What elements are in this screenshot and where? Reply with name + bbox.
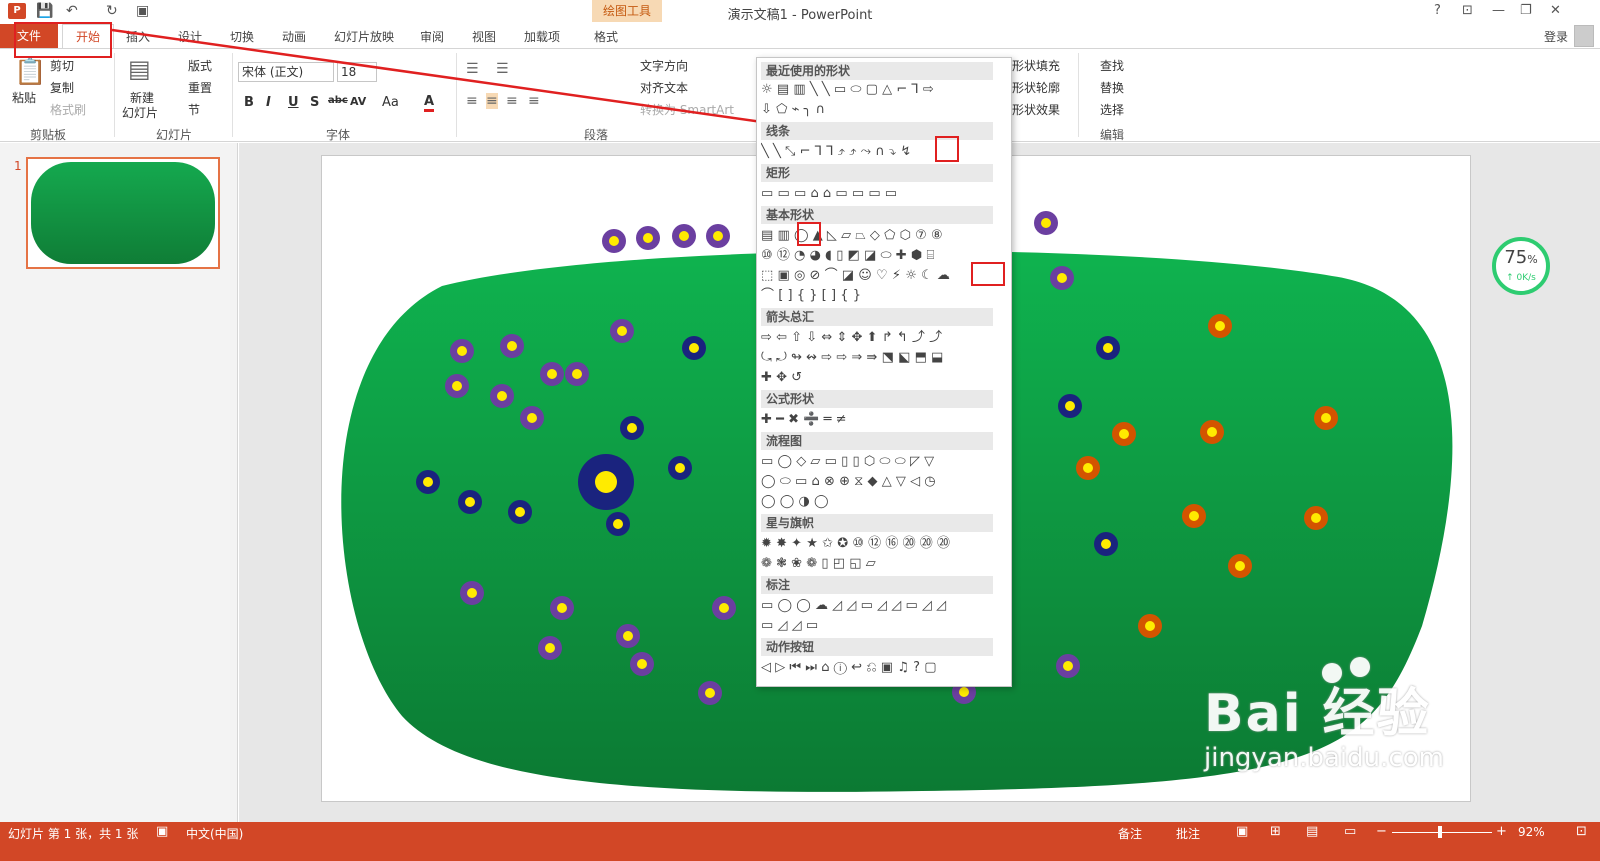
arrow-shapes-row[interactable]: ⇨⇦⇧⇩⇔⇕✥⬆↱↰⤴⤴ bbox=[761, 328, 997, 347]
slide-sorter-icon[interactable]: ⊞ bbox=[1270, 824, 1281, 839]
flowchart-shapes-row[interactable]: ◯⬭▭⌂⊗⊕⧖◆△▽◁◷ bbox=[761, 472, 997, 491]
section-flowchart: 流程图 bbox=[761, 432, 993, 450]
star-shapes-row[interactable]: ❁❃❀❁▯◰◱▱ bbox=[761, 554, 997, 573]
section-stars: 星与旗帜 bbox=[761, 514, 993, 532]
callout-shapes-row[interactable]: ▭◯◯☁◿◿▭◿◿▭◿◿ bbox=[761, 596, 997, 615]
language-indicator[interactable]: 中文(中国) bbox=[186, 825, 243, 842]
notes-button[interactable]: 备注 bbox=[1118, 825, 1142, 842]
slide-info: 幻灯片 第 1 张，共 1 张 bbox=[8, 827, 139, 841]
zoom-level[interactable]: 92% bbox=[1518, 825, 1545, 839]
star-shapes-row[interactable]: ✹✸✦★✩✪⑩⑫⑯⑳⑳⑳ bbox=[761, 534, 997, 553]
spellcheck-icon[interactable]: ▣ bbox=[156, 824, 168, 839]
slideshow-view-icon[interactable]: ▭ bbox=[1344, 824, 1356, 839]
recent-shapes-row[interactable]: ☼▤▥╲╲▭⬭▢△⌐⅂⇨ bbox=[761, 80, 997, 99]
recent-shapes-row[interactable]: ⇩⬠⌁╮∩ bbox=[761, 100, 997, 119]
shapes-gallery[interactable]: 最近使用的形状 ☼▤▥╲╲▭⬭▢△⌐⅂⇨ ⇩⬠⌁╮∩ 线条 ╲╲⤡⌐⅂⅂⤴⤴⤳∩… bbox=[756, 57, 1012, 687]
action-shapes-row[interactable]: ◁▷⏮⏭⌂ⓘ↩⎌▣♫?▢ bbox=[761, 658, 997, 677]
curve-shape-highlight bbox=[935, 136, 959, 162]
section-arrows: 箭头总汇 bbox=[761, 308, 993, 326]
status-bar: 幻灯片 第 1 张，共 1 张 ▣ 中文(中国) 备注 批注 ▣ ⊞ ▤ ▭ −… bbox=[0, 822, 1600, 861]
normal-view-icon[interactable]: ▣ bbox=[1236, 824, 1248, 839]
comments-button[interactable]: 批注 bbox=[1176, 825, 1200, 842]
flowchart-shapes-row[interactable]: ◯◯◑◯ bbox=[761, 492, 997, 511]
section-basic: 基本形状 bbox=[761, 206, 993, 224]
section-callouts: 标注 bbox=[761, 576, 993, 594]
section-rectangles: 矩形 bbox=[761, 164, 993, 182]
section-equation: 公式形状 bbox=[761, 390, 993, 408]
section-recent: 最近使用的形状 bbox=[761, 62, 993, 80]
arrow-shapes-row[interactable]: ✚✥↺ bbox=[761, 368, 997, 387]
line-shapes-row[interactable]: ╲╲⤡⌐⅂⅂⤴⤴⤳∩⤵↯ bbox=[761, 142, 997, 161]
cloud-shape-highlight bbox=[971, 262, 1005, 286]
basic-shapes-row[interactable]: ⌒[]{}[]{} bbox=[761, 286, 997, 305]
basic-shapes-row[interactable]: ⬚▣◎⊘⌒◪☺♡⚡☼☾☁ bbox=[761, 266, 997, 285]
reading-view-icon[interactable]: ▤ bbox=[1306, 824, 1318, 839]
zoom-slider[interactable] bbox=[1392, 832, 1492, 833]
basic-shapes-row[interactable]: ⑩⑫◔◕◖▯◩◪⬭✚⬢⌸ bbox=[761, 246, 997, 265]
oval-shape-highlight bbox=[797, 222, 821, 246]
flowchart-shapes-row[interactable]: ▭◯◇▱▭▯▯⬡⬭⬭◸▽ bbox=[761, 452, 997, 471]
section-action-buttons: 动作按钮 bbox=[761, 638, 993, 656]
zoom-slider-thumb[interactable] bbox=[1438, 826, 1442, 838]
zoom-in-icon[interactable]: + bbox=[1496, 824, 1507, 839]
zoom-out-icon[interactable]: − bbox=[1376, 824, 1387, 839]
fit-slide-icon[interactable]: ⊡ bbox=[1576, 824, 1587, 839]
arrow-shapes-row[interactable]: ⤿⤾↬↭⇨⇨⇒⇛⬔⬕⬒⬓ bbox=[761, 348, 997, 367]
callout-shapes-row[interactable]: ▭◿◿▭ bbox=[761, 616, 997, 635]
equation-shapes-row[interactable]: ✚━✖➗═≠ bbox=[761, 410, 997, 429]
powerpoint-window: P 💾 ↶ ↻ ▣ 演示文稿1 - PowerPoint 绘图工具 ? ⊡ — … bbox=[0, 0, 1600, 861]
rect-shapes-row[interactable]: ▭▭▭⌂⌂▭▭▭▭ bbox=[761, 184, 997, 203]
